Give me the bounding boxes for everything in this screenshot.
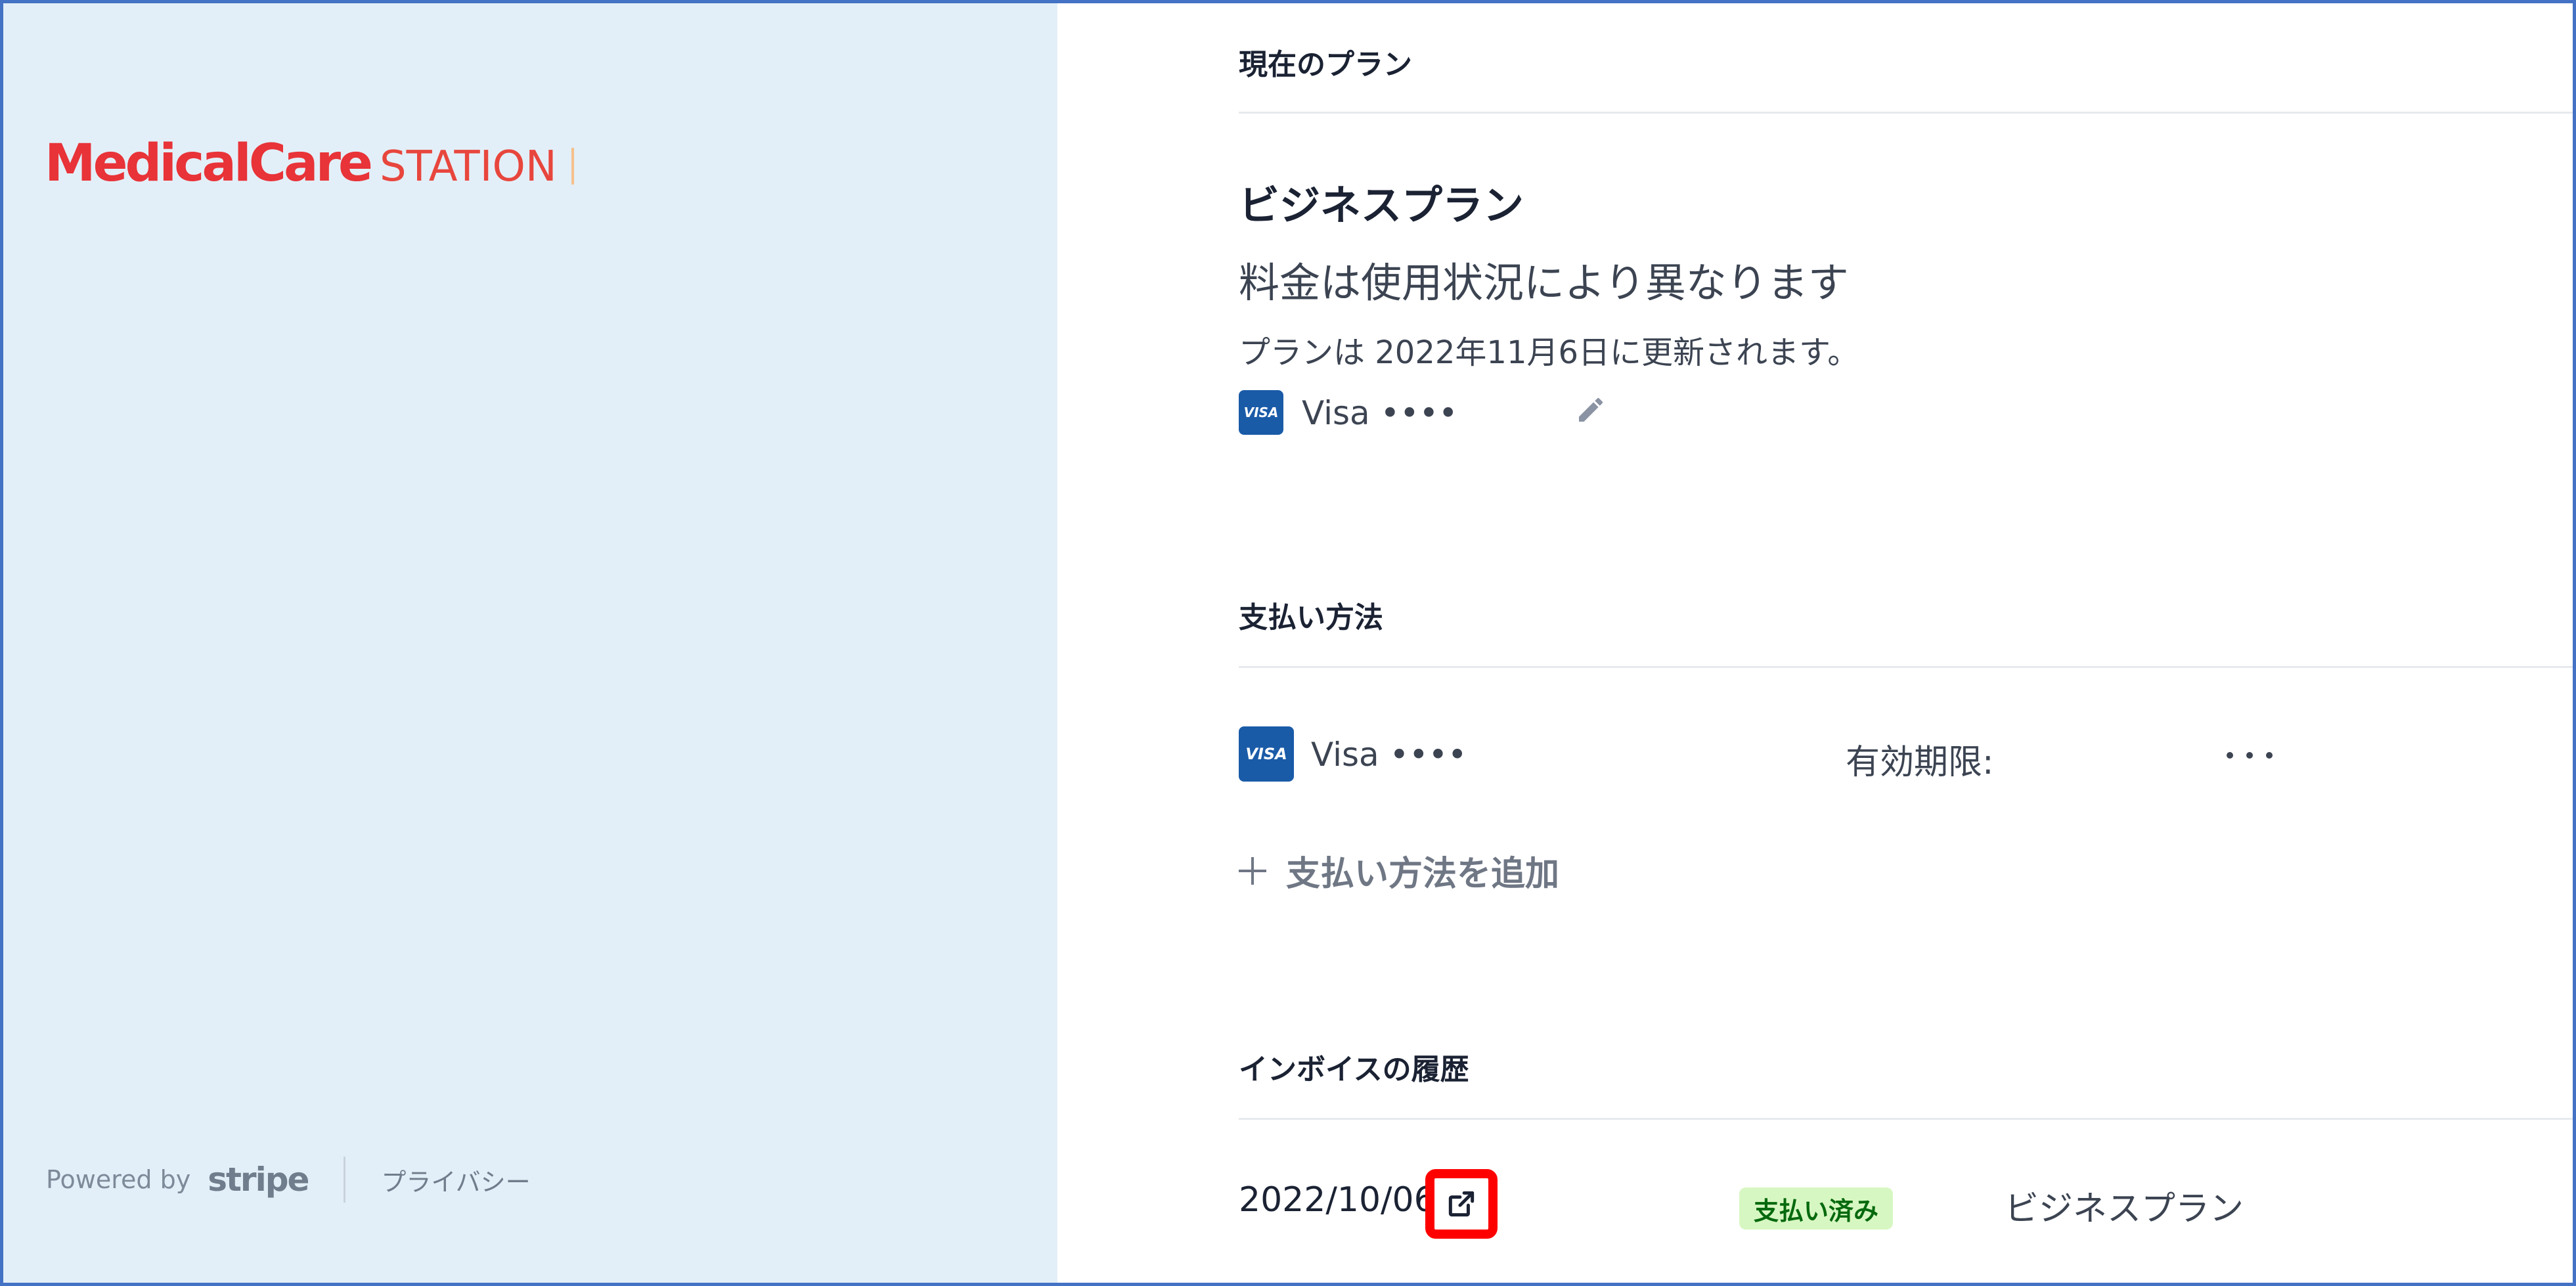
current-plan-title: 現在のプラン: [1239, 48, 1412, 81]
visa-card-icon: VISA: [1239, 726, 1294, 782]
logo-cursor-bar: [571, 148, 574, 185]
visa-card-icon: VISA: [1239, 390, 1283, 435]
external-link-icon[interactable]: [1445, 1187, 1478, 1220]
expiry-label: 有効期限:: [1846, 743, 1994, 782]
left-panel: MedicalCare STATION Powered by stripe プライ…: [0, 0, 1057, 1286]
footer: Powered by stripe プライバシー: [46, 1155, 531, 1205]
payment-card-label: Visa ••••: [1311, 736, 1467, 774]
plan-renewal-text: プランは 2022年11月6日に更新されます。: [1239, 334, 1859, 371]
divider: [1239, 666, 2576, 668]
powered-by-text: Powered by: [46, 1165, 191, 1194]
status-badge: 支払い済み: [1739, 1187, 1894, 1230]
plan-card-label: Visa ••••: [1302, 394, 1458, 432]
divider: [1239, 112, 2576, 114]
plan-price: 料金は使用状況により異なります: [1239, 259, 1849, 307]
plus-icon: [1239, 856, 1266, 885]
add-payment-method-label: 支払い方法を追加: [1286, 854, 1560, 894]
main-content: 現在のプラン ビジネスプラン 料金は使用状況により異なります プランは 2022…: [1057, 0, 2576, 1286]
logo-sub-text: STATION: [379, 143, 557, 191]
privacy-link[interactable]: プライバシー: [381, 1162, 530, 1198]
invoice-date: 2022/10/06: [1239, 1180, 1436, 1220]
ellipsis-icon[interactable]: [2227, 742, 2273, 768]
add-payment-method-button[interactable]: 支払い方法を追加: [1239, 846, 1559, 895]
divider: [1239, 1118, 2576, 1120]
plan-name: ビジネスプラン: [1239, 181, 1524, 229]
logo-main-text: MedicalCare: [45, 134, 373, 193]
invoice-history-title: インボイスの履歴: [1239, 1053, 1469, 1086]
stripe-logo[interactable]: stripe: [208, 1161, 309, 1199]
external-link-highlight[interactable]: [1425, 1169, 1498, 1239]
medicalcare-station-logo: MedicalCare STATION: [45, 138, 574, 189]
payment-methods-title: 支払い方法: [1239, 601, 1383, 634]
pencil-icon[interactable]: [1575, 394, 1607, 426]
invoice-plan-name: ビジネスプラン: [2005, 1189, 2244, 1229]
footer-divider: [344, 1157, 346, 1203]
